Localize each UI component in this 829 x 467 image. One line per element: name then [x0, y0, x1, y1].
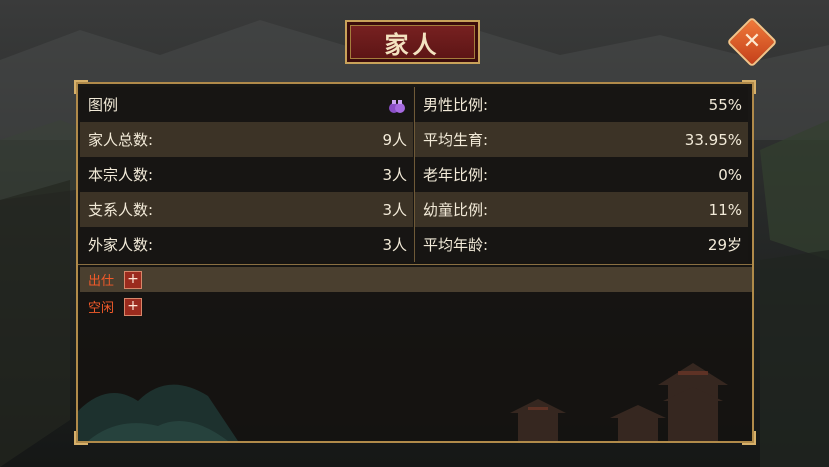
legend-label: 图例	[88, 96, 119, 114]
stat-value: 9人	[382, 131, 407, 149]
stat-label: 平均年龄:	[423, 236, 489, 254]
divider	[78, 264, 752, 265]
stat-value: 29岁	[707, 236, 742, 254]
stat-value: 33.95%	[684, 130, 742, 149]
stat-row: 本宗人数: 3人	[80, 157, 413, 192]
stat-label: 本宗人数:	[88, 166, 154, 184]
stat-label: 幼童比例:	[423, 201, 489, 219]
stats-table: 图例 家人总数: 9人 本宗人数: 3人 支系人数: 3人 外家人数: 3人 男…	[80, 87, 752, 263]
family-panel: 图例 家人总数: 9人 本宗人数: 3人 支系人数: 3人 外家人数: 3人 男…	[74, 80, 756, 445]
stat-value: 3人	[382, 236, 407, 254]
purse-icon[interactable]	[387, 95, 407, 115]
stat-label: 家人总数:	[88, 131, 154, 149]
status-row-idle[interactable]: 空闲 +	[80, 294, 752, 319]
stats-left-column: 图例 家人总数: 9人 本宗人数: 3人 支系人数: 3人 外家人数: 3人	[80, 87, 413, 262]
page-title: 家人	[384, 30, 441, 59]
status-label: 空闲	[88, 301, 115, 316]
stat-label: 男性比例:	[423, 96, 489, 114]
stat-row: 外家人数: 3人	[80, 227, 413, 262]
legend-row[interactable]: 图例	[80, 87, 413, 122]
stat-value: 11%	[708, 200, 742, 219]
stat-value: 3人	[382, 166, 407, 184]
stat-row: 幼童比例: 11%	[415, 192, 748, 227]
stat-label: 平均生育:	[423, 131, 489, 149]
stat-label: 外家人数:	[88, 236, 154, 254]
status-label: 出仕	[88, 274, 115, 289]
expand-plus-button[interactable]: +	[124, 297, 143, 316]
title-plate: 家人	[345, 20, 480, 64]
stat-label: 支系人数:	[88, 201, 154, 219]
expand-plus-button[interactable]: +	[124, 270, 143, 289]
stat-value: 3人	[382, 201, 407, 219]
status-row-official[interactable]: 出仕 +	[80, 267, 752, 292]
close-icon: ✕	[742, 29, 762, 54]
stat-row: 支系人数: 3人	[80, 192, 413, 227]
stat-row: 平均生育: 33.95%	[415, 122, 748, 157]
stat-value: 0%	[718, 165, 742, 184]
stat-row: 男性比例: 55%	[415, 87, 748, 122]
stat-row: 平均年龄: 29岁	[415, 227, 748, 262]
stats-right-column: 男性比例: 55% 平均生育: 33.95% 老年比例: 0% 幼童比例: 11…	[414, 87, 748, 262]
landscape-decoration	[78, 363, 728, 441]
stat-value: 55%	[708, 95, 742, 114]
stat-label: 老年比例:	[423, 166, 489, 184]
stat-row: 老年比例: 0%	[415, 157, 748, 192]
stat-row: 家人总数: 9人	[80, 122, 413, 157]
